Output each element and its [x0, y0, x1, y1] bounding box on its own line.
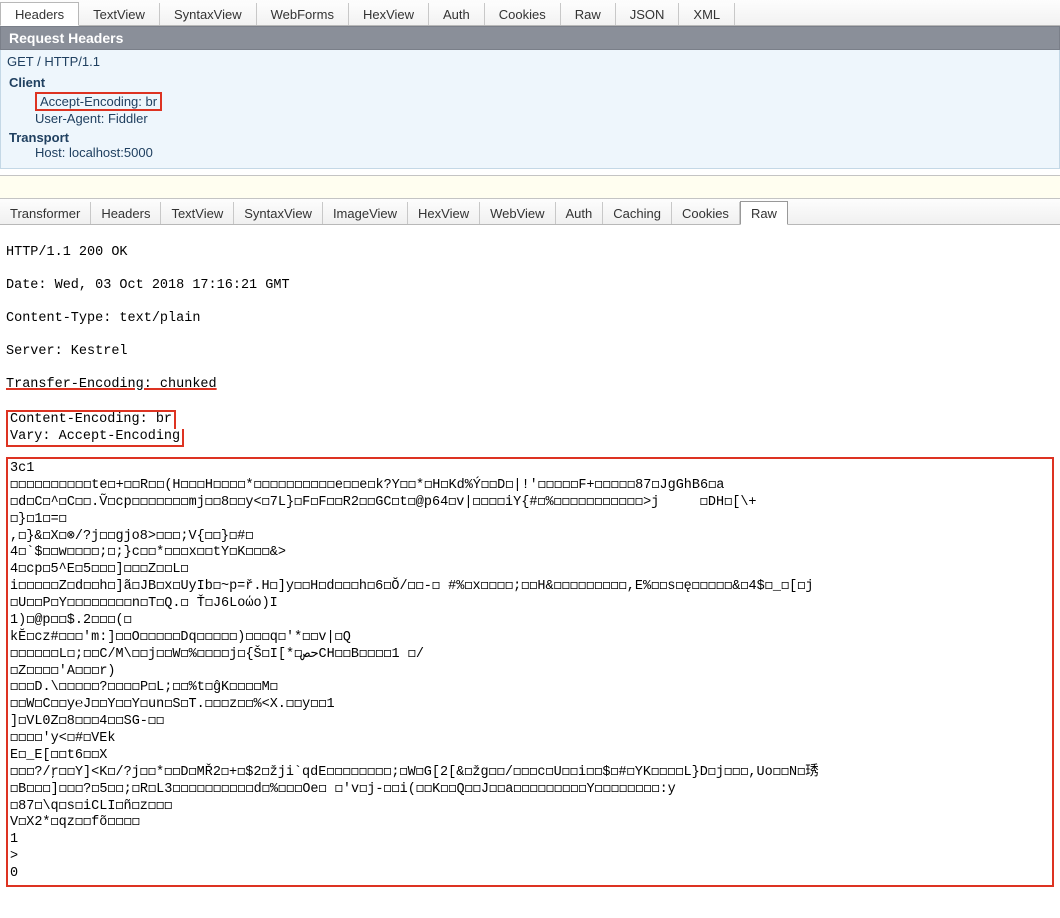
response-tab-webview[interactable]: WebView [480, 202, 555, 224]
response-tab-textview[interactable]: TextView [161, 202, 234, 224]
response-tabs: TransformerHeadersTextViewSyntaxViewImag… [0, 199, 1060, 225]
response-tab-syntaxview[interactable]: SyntaxView [234, 202, 323, 224]
response-tab-caching[interactable]: Caching [603, 202, 672, 224]
response-transfer-encoding: Transfer-Encoding: chunked [6, 377, 1054, 393]
group-client: Client [7, 75, 1053, 90]
request-headers-pane: GET / HTTP/1.1 Client Accept-Encoding: b… [0, 50, 1060, 169]
request-tab-textview[interactable]: TextView [79, 3, 160, 25]
response-tab-auth[interactable]: Auth [556, 202, 604, 224]
divider-bar [0, 175, 1060, 199]
response-raw-pane: HTTP/1.1 200 OK Date: Wed, 03 Oct 2018 1… [0, 225, 1060, 907]
user-agent-header: User-Agent: Fiddler [35, 111, 1053, 126]
request-tab-syntaxview[interactable]: SyntaxView [160, 3, 257, 25]
request-tab-auth[interactable]: Auth [429, 3, 485, 25]
request-headers-title: Request Headers [0, 26, 1060, 50]
request-line: GET / HTTP/1.1 [7, 52, 1053, 71]
response-tab-raw[interactable]: Raw [740, 201, 788, 225]
request-tabs: HeadersTextViewSyntaxViewWebFormsHexView… [0, 0, 1060, 26]
request-tab-xml[interactable]: XML [679, 3, 735, 25]
response-tab-hexview[interactable]: HexView [408, 202, 480, 224]
response-status-line: HTTP/1.1 200 OK [6, 245, 1054, 261]
response-body-raw: 3c1 ◻◻◻◻◻◻◻◻◻◻te◻+◻◻R◻◻(H◻◻◻H◻◻◻◻*◻◻◻◻◻◻… [6, 457, 1054, 887]
request-tab-json[interactable]: JSON [616, 3, 680, 25]
accept-encoding-header: Accept-Encoding: br [35, 92, 162, 111]
response-vary: Vary: Accept-Encoding [6, 429, 184, 447]
response-content-type: Content-Type: text/plain [6, 311, 1054, 327]
request-tab-webforms[interactable]: WebForms [257, 3, 349, 25]
response-content-encoding: Content-Encoding: br [6, 410, 176, 428]
request-tab-cookies[interactable]: Cookies [485, 3, 561, 25]
request-tab-hexview[interactable]: HexView [349, 3, 429, 25]
request-tab-raw[interactable]: Raw [561, 3, 616, 25]
response-tab-headers[interactable]: Headers [91, 202, 161, 224]
host-header: Host: localhost:5000 [35, 145, 1053, 160]
response-tab-imageview[interactable]: ImageView [323, 202, 408, 224]
request-tab-headers[interactable]: Headers [0, 2, 79, 26]
response-date: Date: Wed, 03 Oct 2018 17:16:21 GMT [6, 278, 1054, 294]
group-transport: Transport [7, 130, 1053, 145]
response-tab-cookies[interactable]: Cookies [672, 202, 740, 224]
response-tab-transformer[interactable]: Transformer [0, 202, 91, 224]
response-server: Server: Kestrel [6, 344, 1054, 360]
